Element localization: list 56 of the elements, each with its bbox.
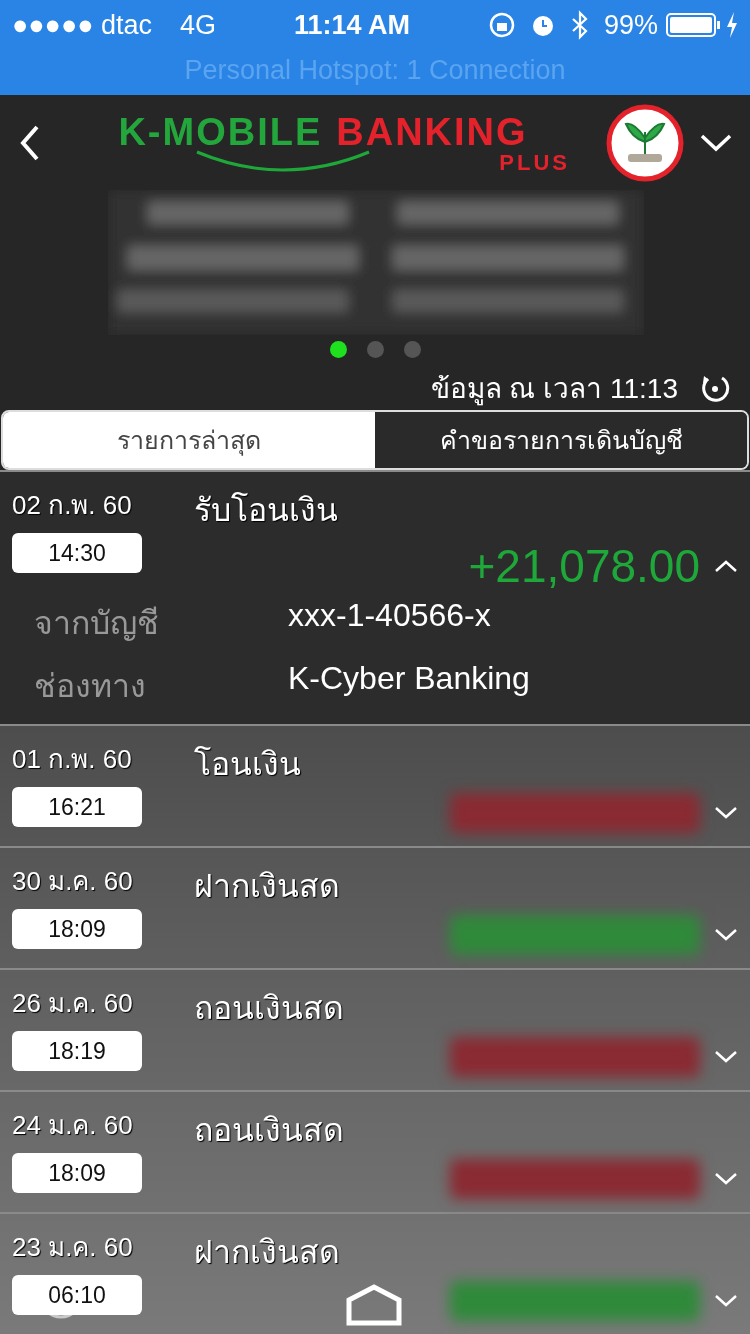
transaction-date: 24 ม.ค. 60 — [12, 1109, 134, 1142]
transaction-time: 18:09 — [12, 909, 142, 949]
battery-icon — [666, 13, 722, 37]
home-icon[interactable] — [346, 1284, 402, 1326]
transaction-title: ฝากเงินสด — [194, 1233, 341, 1272]
battery-percent: 99% — [603, 9, 658, 41]
transaction-time: 18:09 — [12, 1153, 142, 1193]
transaction-row[interactable]: 02 ก.พ. 60 14:30 รับโอนเงิน +21,078.00 จากบัญชี xxx-1-40566-x ช่องทาง K-Cyber Banking — [0, 470, 750, 724]
transaction-date: 30 ม.ค. 60 — [12, 865, 134, 898]
tab[interactable]: รายการล่าสุด — [3, 412, 375, 468]
chevron-down-icon[interactable] — [714, 806, 738, 820]
transaction-time: 18:19 — [12, 1031, 142, 1071]
detail-label: ช่องทาง — [34, 667, 147, 706]
transaction-row[interactable]: 01 ก.พ. 60 16:21 โอนเงิน — [0, 724, 750, 846]
transaction-time: 14:30 — [12, 533, 142, 573]
transaction-time: 16:21 — [12, 787, 142, 827]
logo-text: BANKING — [336, 111, 528, 152]
chevron-up-icon[interactable] — [714, 559, 738, 573]
transaction-title: ถอนเงินสด — [194, 1111, 345, 1150]
clock: 11:14 AM — [294, 9, 411, 41]
detail-label: จากบัญชี — [34, 604, 160, 643]
rotation-lock-icon — [487, 11, 516, 39]
chevron-down-icon[interactable] — [714, 1294, 738, 1308]
transaction-row[interactable]: 23 ม.ค. 60 06:10 ฝากเงินสด — [0, 1212, 750, 1334]
charging-icon — [726, 12, 738, 38]
detail-value: xxx-1-40566-x — [288, 597, 492, 635]
transaction-date: 01 ก.พ. 60 — [12, 743, 133, 776]
transaction-title: ฝากเงินสด — [194, 867, 341, 906]
chevron-down-icon[interactable] — [714, 928, 738, 942]
page-dot[interactable] — [403, 341, 421, 358]
chevron-down-icon[interactable] — [714, 1172, 738, 1186]
transaction-row[interactable]: 30 ม.ค. 60 18:09 ฝากเงินสด — [0, 846, 750, 968]
logo-subtext: PLUS — [499, 151, 570, 174]
tab[interactable]: คำขอรายการเดินบัญชี — [375, 412, 747, 468]
bank-logo-icon — [606, 103, 684, 182]
transaction-date: 23 ม.ค. 60 — [12, 1231, 134, 1264]
transaction-row[interactable]: 24 ม.ค. 60 18:09 ถอนเงินสด — [0, 1090, 750, 1212]
transaction-title: โอนเงิน — [194, 745, 302, 784]
data-timestamp: ข้อมูล ณ เวลา 11:13 — [430, 372, 678, 408]
transaction-time: 06:10 — [12, 1275, 142, 1315]
refresh-icon[interactable] — [700, 373, 730, 403]
transaction-title: ถอนเงินสด — [194, 989, 345, 1028]
logo-text: K-MOBILE — [118, 111, 323, 152]
chevron-down-icon[interactable] — [714, 1050, 738, 1064]
transaction-row[interactable]: 26 ม.ค. 60 18:19 ถอนเงินสด — [0, 968, 750, 1090]
carrier-name: ●●●●● dtac — [12, 9, 153, 41]
network-type: 4G — [180, 9, 217, 41]
detail-value: K-Cyber Banking — [288, 660, 531, 698]
transaction-amount: +21,078.00 — [468, 539, 700, 593]
page-dot[interactable] — [329, 341, 347, 358]
page-dot[interactable] — [366, 341, 384, 358]
transaction-date: 26 ม.ค. 60 — [12, 987, 134, 1020]
back-chevron-icon[interactable] — [20, 124, 40, 161]
transaction-date: 02 ก.พ. 60 — [12, 489, 133, 522]
dropdown-chevron-icon[interactable] — [700, 133, 732, 152]
transaction-title: รับโอนเงิน — [194, 491, 339, 530]
